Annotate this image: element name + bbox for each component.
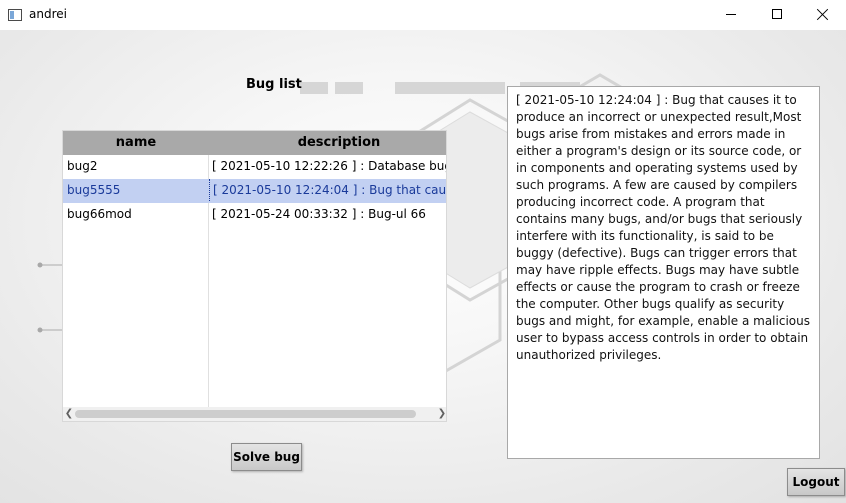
scroll-left-icon[interactable]: ❮ [63, 407, 75, 421]
horizontal-scrollbar[interactable]: ❮ ❯ [63, 407, 446, 421]
list-header: name description [63, 131, 446, 155]
app-window-icon [8, 9, 22, 21]
column-header-description[interactable]: description [209, 131, 446, 155]
description-text: [ 2021-05-10 12:22:26 ] : Database bug [212, 159, 447, 173]
cell-name: bug5555 [67, 183, 121, 197]
minimize-button[interactable] [708, 0, 754, 30]
scroll-right-icon[interactable]: ❯ [436, 407, 446, 421]
logout-button[interactable]: Logout [787, 468, 845, 496]
table-row-selected[interactable]: bug5555 [ 2021-05-10 12:24:04 ] : Bug th… [63, 179, 446, 203]
cell-description: [ 2021-05-10 12:22:26 ] : Database bug[ … [209, 155, 447, 177]
cell-description: [ 2021-05-24 00:33:32 ] : Bug-ul 66 [212, 207, 426, 221]
cell-name: bug66mod [67, 207, 132, 221]
title-bar: andrei [0, 0, 846, 30]
scrollbar-thumb[interactable] [75, 410, 416, 418]
window-title: andrei [29, 7, 67, 21]
bug-description-textbox[interactable]: [ 2021-05-10 12:24:04 ] : Bug that cause… [507, 86, 820, 459]
maximize-button[interactable] [754, 0, 800, 30]
close-icon [817, 8, 829, 20]
cell-description: [ 2021-05-10 12:24:04 ] : Bug that cause… [209, 179, 446, 201]
bug-list-heading: Bug list [246, 77, 302, 92]
table-row[interactable]: bug66mod [ 2021-05-24 00:33:32 ] : Bug-u… [63, 203, 446, 227]
maximize-icon [772, 9, 782, 19]
column-header-name[interactable]: name [63, 131, 209, 155]
bug-list-view[interactable]: name description bug2 [ 2021-05-10 12:22… [62, 130, 447, 422]
client-area: Bug list name description bug2 [ 2021-05… [0, 30, 846, 503]
table-row[interactable]: bug2 [ 2021-05-10 12:22:26 ] : Database … [63, 155, 447, 179]
cell-name: bug2 [67, 159, 98, 173]
close-button[interactable] [800, 0, 846, 30]
solve-bug-button[interactable]: Solve bug [231, 443, 302, 471]
minimize-icon [726, 14, 736, 15]
